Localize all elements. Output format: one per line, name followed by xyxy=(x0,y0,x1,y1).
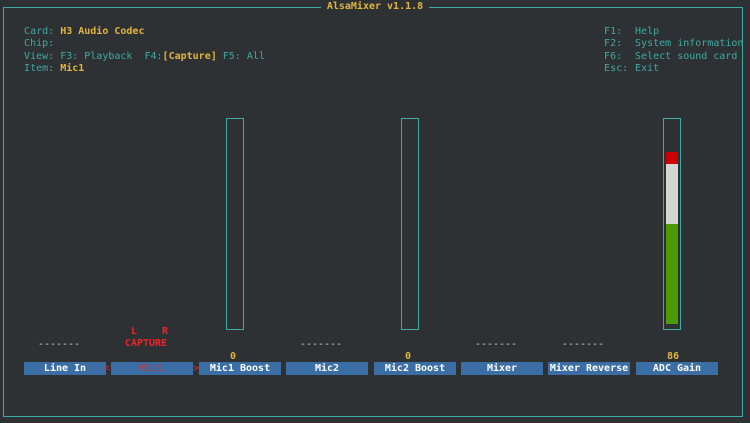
mixer-status: ------- xyxy=(474,339,518,350)
mic1-right-channel: R xyxy=(162,326,169,337)
card-value: H3 Audio Codec xyxy=(60,25,145,37)
meter-fill xyxy=(404,124,416,324)
item-line: Item: Mic1 xyxy=(12,51,84,76)
mic2-boost-meter[interactable] xyxy=(401,118,419,330)
mic2-status: ------- xyxy=(299,339,343,350)
selection-left-marker: < xyxy=(104,363,111,374)
meter-fill xyxy=(229,124,241,324)
window-title-bar: AlsaMixer v1.1.8 xyxy=(0,1,750,13)
control-mic2-boost[interactable]: Mic2 Boost xyxy=(374,362,456,375)
item-value: Mic1 xyxy=(60,63,85,74)
view-all-option[interactable]: F5: All xyxy=(223,51,265,62)
mixer-reverse-status: ------- xyxy=(561,339,605,350)
control-mixer-reverse[interactable]: Mixer Reverse xyxy=(548,362,630,375)
line-in-status: ------- xyxy=(37,339,81,350)
window-title: AlsaMixer v1.1.8 xyxy=(320,1,430,12)
help-esc[interactable]: Esc: Exit xyxy=(592,51,659,76)
mic1-left-channel: L xyxy=(131,326,138,337)
meter-segment-white xyxy=(666,164,678,224)
control-line-in[interactable]: Line In xyxy=(24,362,106,375)
adc-gain-meter[interactable] xyxy=(663,118,681,330)
mic1-boost-meter[interactable] xyxy=(226,118,244,330)
control-mic1-boost[interactable]: Mic1 Boost xyxy=(199,362,281,375)
view-capture-key: F4: xyxy=(144,50,163,62)
item-key: Item: xyxy=(24,63,55,74)
control-mic1[interactable]: Mic1 xyxy=(111,362,193,375)
mic1-capture-status[interactable]: CAPTURE xyxy=(105,338,187,350)
meter-segment-red xyxy=(666,152,678,164)
control-adc-gain[interactable]: ADC Gain xyxy=(636,362,718,375)
control-mic2[interactable]: Mic2 xyxy=(286,362,368,375)
view-capture-option[interactable]: [Capture] xyxy=(163,51,217,62)
meter-fill xyxy=(666,124,678,324)
meter-segment-green xyxy=(666,224,678,324)
control-mixer[interactable]: Mixer xyxy=(461,362,543,375)
